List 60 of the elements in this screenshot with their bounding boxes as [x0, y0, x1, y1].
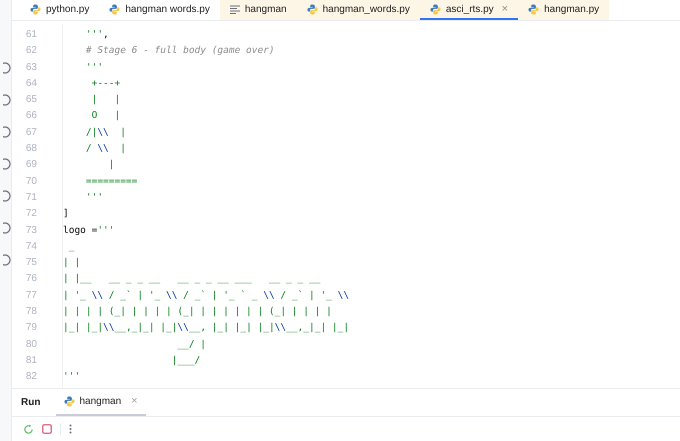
line-number: 75 [26, 257, 37, 268]
line-number: 74 [26, 240, 37, 252]
line-number: 71 [26, 192, 37, 203]
code-line: |_| |_|\\__,_|_| |_|\\__, |_| |_| |_|\\__,_|_| |_| [63, 322, 350, 334]
code-line: ''' [84, 62, 104, 73]
python-icon [109, 4, 120, 14]
code-line: ========= [84, 176, 138, 187]
code-line: logo =''' [63, 224, 114, 236]
line-number: 65 [26, 94, 37, 106]
line-number: 72 [26, 208, 37, 220]
line-number: 79 [26, 322, 37, 334]
line-number: 66 [26, 110, 37, 122]
code-line: | '_ \\ / _` | '_ \\ / _` | '_ ` _ \\ / _` | '_ \\ [63, 290, 350, 301]
code-line: | |__ __ _ _ __ __ _ _ __ ___ __ _ _ __ [63, 273, 320, 284]
panel-title: Run [21, 396, 40, 410]
code-line: | | | | (_| | | | | (_| | | | | | | (_| | | | | [63, 306, 332, 318]
code-line: ''', [84, 29, 109, 40]
line-number: 67 [26, 126, 37, 138]
line-number: 76 [26, 273, 37, 284]
stop-icon[interactable] [42, 424, 52, 434]
code-line: _ [68, 240, 74, 252]
code-line: | | [90, 94, 120, 106]
editor-tab[interactable]: hangman.py [518, 0, 610, 20]
editor-tab[interactable]: hangman [220, 0, 297, 20]
line-number: 80 [26, 338, 37, 350]
more-icon[interactable] [69, 424, 72, 434]
python-icon [64, 396, 76, 407]
line-number: 82 [26, 371, 37, 382]
code-line: +---+ [90, 78, 120, 89]
rerun-icon[interactable] [23, 424, 34, 434]
line-number: 70 [26, 176, 37, 187]
editor-tab[interactable]: asci_rts.py × [420, 0, 518, 20]
code-line: | | [63, 257, 80, 268]
code-line: ] [63, 208, 69, 220]
run-tab[interactable]: hangman × [56, 389, 146, 416]
text-file-icon [230, 4, 240, 14]
python-icon [306, 4, 318, 14]
code-line: # Stage 6 - full body (game over) [84, 45, 275, 56]
line-number: 61 [26, 29, 37, 40]
code-line: / \\ | [84, 143, 126, 154]
python-icon [430, 4, 441, 14]
line-number: 81 [26, 354, 37, 366]
line-number: 64 [26, 78, 37, 89]
code-line: | [108, 159, 114, 170]
code-line: |___/ [170, 354, 200, 366]
code-line: /|\\ | [84, 126, 126, 138]
line-number: 78 [26, 306, 37, 318]
code-line: __/ | [176, 338, 206, 350]
line-number: 63 [26, 62, 37, 73]
python-icon [528, 4, 540, 14]
code-line: ''' [63, 371, 80, 382]
line-number: 73 [26, 224, 37, 236]
line-number: 77 [26, 290, 37, 301]
line-number: 62 [26, 45, 37, 56]
code-line: ''' [84, 192, 104, 203]
code-line: O | [90, 110, 120, 122]
line-number: 69 [26, 159, 37, 170]
python-icon [30, 4, 41, 14]
editor-tab[interactable]: hangman_words.py [296, 0, 420, 20]
line-number: 68 [26, 143, 37, 154]
